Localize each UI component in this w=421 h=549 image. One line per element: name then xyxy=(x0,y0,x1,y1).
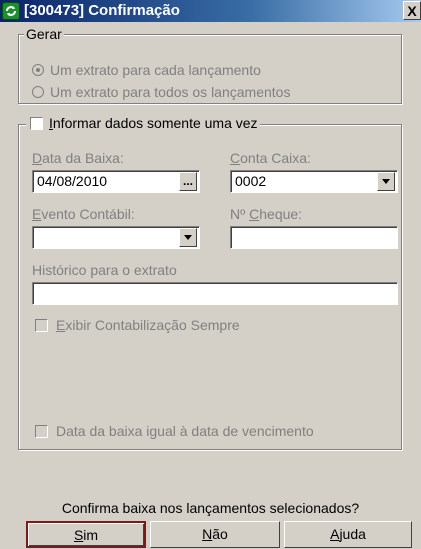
app-refresh-icon xyxy=(2,2,20,20)
window-title: [300473] Confirmação xyxy=(24,2,180,19)
button-label: ão xyxy=(212,526,228,542)
historico-label: Histórico para o extrato xyxy=(32,262,177,278)
radio-unchecked-icon xyxy=(32,86,44,98)
label-text: xibir Contabilização Sempre xyxy=(65,317,240,333)
nao-button[interactable]: Não xyxy=(150,521,280,548)
data-baixa-input[interactable]: 04/08/2010 xyxy=(32,170,200,193)
data-vencimento-checkbox[interactable] xyxy=(35,425,48,438)
sim-button[interactable]: Sim xyxy=(26,521,146,548)
exibir-contabilizacao-label: Exibir Contabilização Sempre xyxy=(56,317,240,333)
evento-contabil-dropdown-button[interactable] xyxy=(179,228,197,247)
label-mnemonic: E xyxy=(56,317,66,333)
informar-label: nformar dados somente uma vez xyxy=(52,115,258,131)
chevron-down-icon xyxy=(184,235,192,240)
radio-label: Um extrato para todos os lançamentos xyxy=(50,84,291,100)
n-cheque-input[interactable] xyxy=(230,226,398,249)
label-prefix: Nº xyxy=(230,206,250,222)
label-mnemonic: D xyxy=(32,150,43,166)
conta-caixa-label: Conta Caixa: xyxy=(230,150,311,166)
label-mnemonic: E xyxy=(32,206,42,222)
date-picker-button[interactable]: ... xyxy=(179,172,197,191)
confirm-message: Confirma baixa nos lançamentos seleciona… xyxy=(61,500,360,516)
button-label: juda xyxy=(339,526,366,542)
radio-um-extrato-todos[interactable]: Um extrato para todos os lançamentos xyxy=(32,84,290,100)
historico-input[interactable] xyxy=(32,282,398,305)
label-text: heque: xyxy=(259,206,303,222)
data-vencimento-label: Data da baixa igual à data de vencimento xyxy=(56,423,314,439)
informar-legend[interactable]: Informar dados somente uma vez xyxy=(26,115,260,131)
gerar-legend: Gerar xyxy=(24,26,64,42)
exibir-contabilizacao-checkbox[interactable] xyxy=(35,319,48,332)
informar-checkbox[interactable] xyxy=(30,117,43,130)
radio-checked-icon xyxy=(32,64,44,76)
chevron-down-icon xyxy=(382,179,390,184)
conta-caixa-select[interactable]: 0002 xyxy=(230,170,398,193)
radio-um-extrato-cada[interactable]: Um extrato para cada lançamento xyxy=(32,62,261,78)
label-text: vento Contábil: xyxy=(41,206,135,222)
evento-contabil-select[interactable] xyxy=(32,226,200,249)
label-text: ata da Baixa: xyxy=(42,150,124,166)
button-mnemonic: N xyxy=(202,526,213,542)
close-button[interactable]: X xyxy=(403,1,421,20)
button-label: im xyxy=(83,527,99,543)
title-bar: [300473] Confirmação X xyxy=(0,0,421,22)
radio-label: Um extrato para cada lançamento xyxy=(50,62,261,78)
ajuda-button[interactable]: Ajuda xyxy=(284,521,412,548)
n-cheque-label: Nº Cheque: xyxy=(230,206,302,222)
evento-contabil-label: Evento Contábil: xyxy=(32,206,135,222)
button-mnemonic: S xyxy=(73,527,84,543)
label-mnemonic: C xyxy=(230,150,241,166)
label-text: onta Caixa: xyxy=(240,150,311,166)
data-baixa-label: Data da Baixa: xyxy=(32,150,124,166)
label-mnemonic: C xyxy=(249,206,260,222)
conta-caixa-dropdown-button[interactable] xyxy=(377,172,395,191)
